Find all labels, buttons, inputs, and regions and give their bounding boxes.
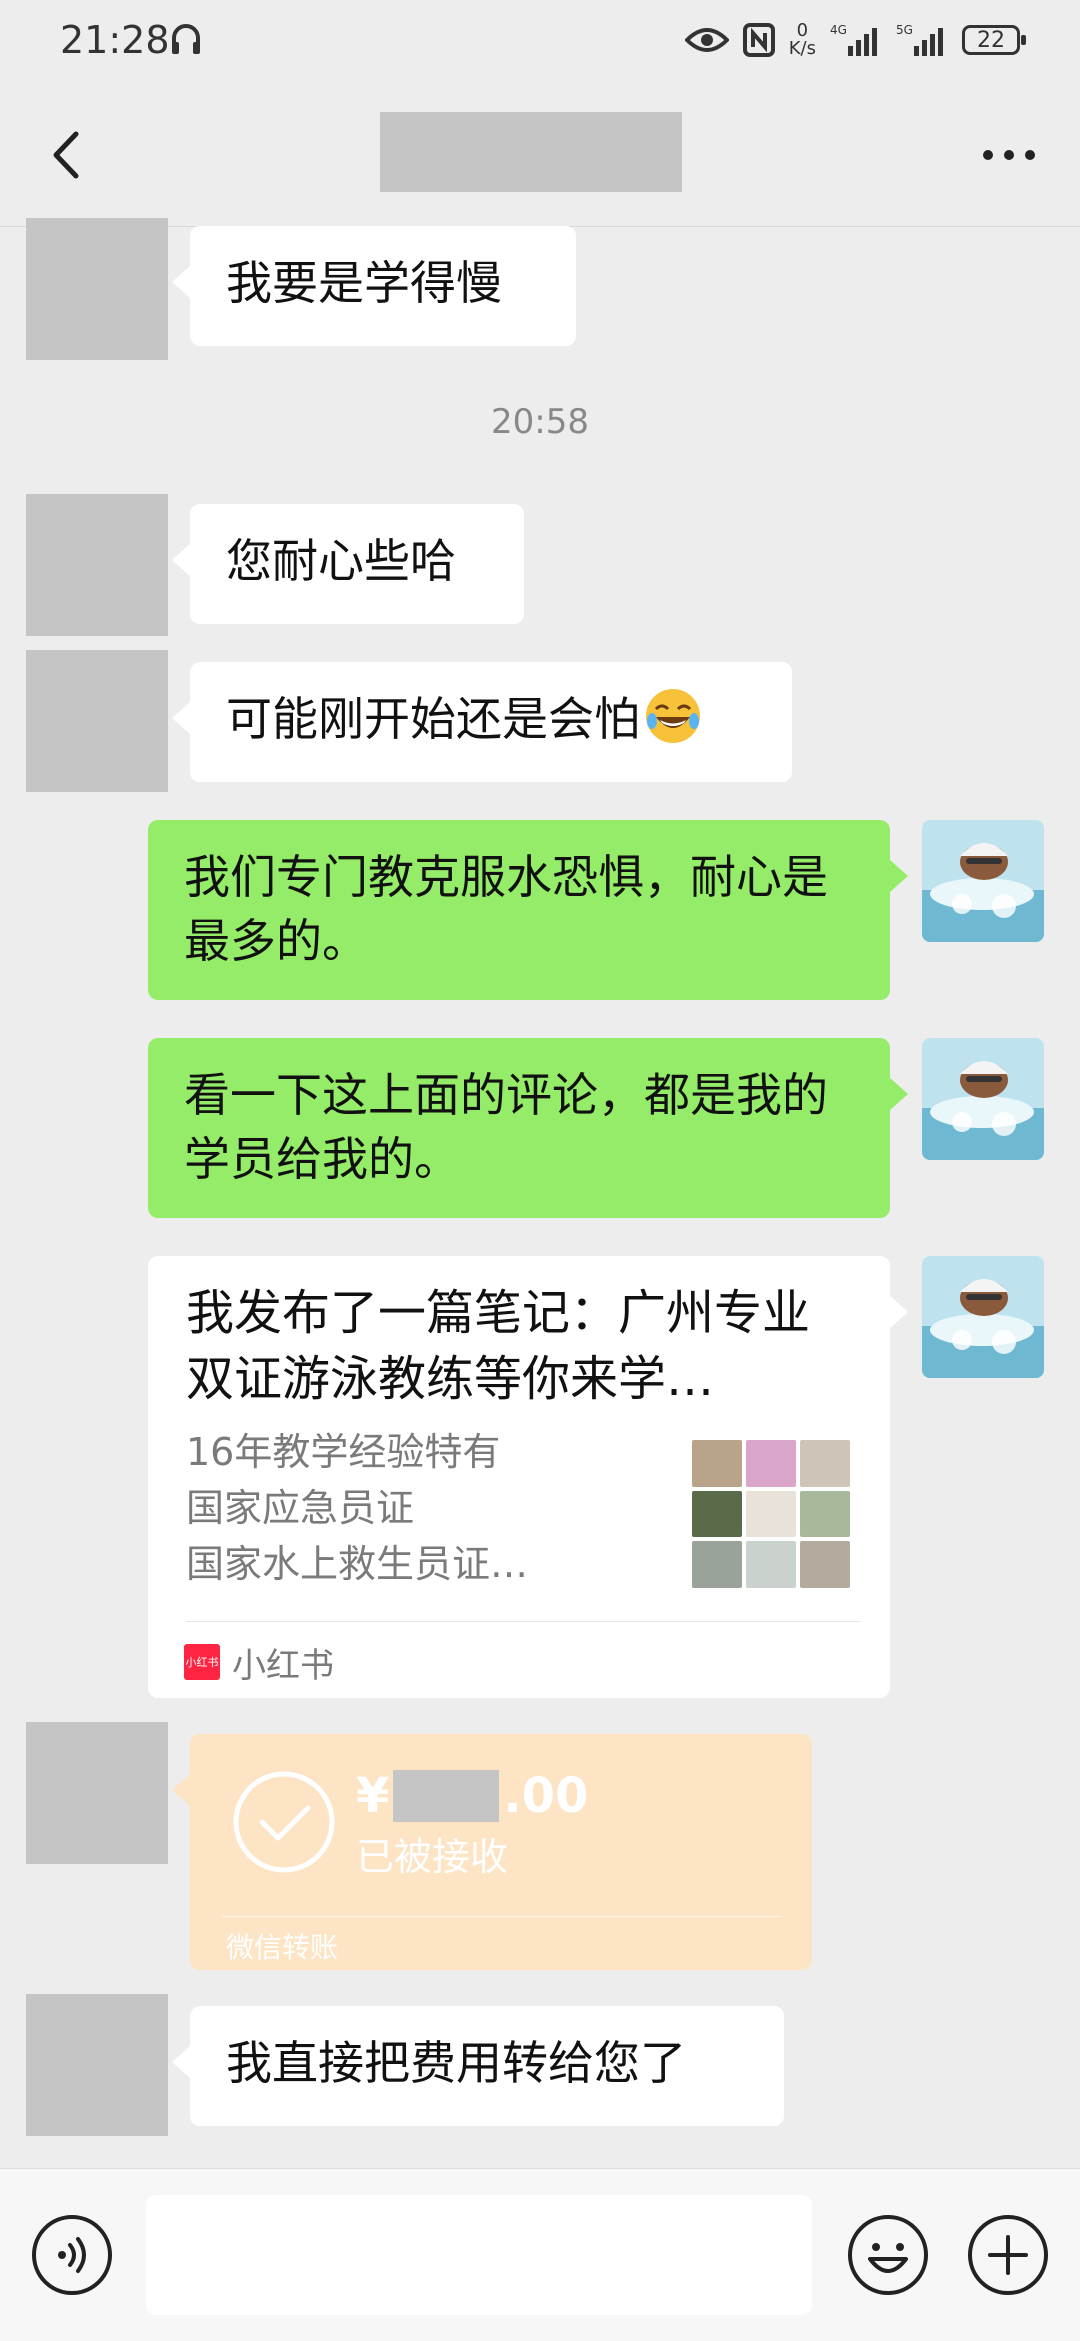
transfer-status: 已被接收 (356, 1835, 509, 1879)
chat-header (0, 84, 1080, 227)
nfc-icon (742, 23, 775, 57)
swimmer-avatar-image (922, 1256, 1044, 1378)
avatar[interactable] (26, 1994, 168, 2136)
message-bubble[interactable]: 可能刚开始还是会怕 (172, 662, 792, 782)
link-card-description: 16年教学经验特有 国家应急员证 国家水上救生员证… (186, 1430, 529, 1586)
transfer-amount: ¥ .00 (356, 1768, 589, 1824)
avatar[interactable] (26, 218, 168, 360)
eye-icon (684, 28, 729, 52)
amount-redacted (393, 1770, 500, 1822)
avatar[interactable] (26, 494, 168, 636)
signal-5g-icon: 5G (896, 23, 943, 56)
transfer-footer: 微信转账 (226, 1931, 339, 1964)
svg-text:5G: 5G (896, 23, 913, 37)
xiaohongshu-icon: 小红书 (184, 1644, 220, 1680)
net-speed: 0 K/s (788, 20, 816, 59)
swimmer-avatar-image (922, 820, 1044, 942)
link-card-title: 我发布了一篇笔记：广州专业双证游泳教练等你来学… (186, 1285, 811, 1407)
status-time: 21:28 (60, 18, 170, 62)
message-bubble[interactable]: 看一下这上面的评论，都是我的学员给我的。 (148, 1038, 908, 1218)
link-card-source: 小红书 (232, 1646, 334, 1686)
timestamp: 20:58 (491, 402, 589, 442)
avatar[interactable] (922, 1256, 1044, 1378)
divider (222, 1916, 780, 1917)
svg-text:4G: 4G (830, 23, 847, 37)
checkmark-circle-icon (233, 1771, 335, 1873)
link-card-thumbnail (692, 1440, 850, 1588)
status-bar: 21:28 0 K/s 4G 5G 22 (0, 0, 1080, 84)
transfer-card[interactable]: ¥ .00 已被接收 微信转账 (172, 1734, 812, 1970)
input-bar (0, 2168, 1080, 2341)
message-bubble[interactable]: 我们专门教克服水恐惧，耐心是最多的。 (148, 820, 908, 1000)
signal-4g-icon: 4G (830, 23, 877, 56)
link-card[interactable]: 我发布了一篇笔记：广州专业双证游泳教练等你来学… 16年教学经验特有 国家应急员… (148, 1256, 908, 1698)
divider (186, 1621, 860, 1622)
headset-icon (172, 24, 200, 54)
avatar[interactable] (922, 820, 1044, 942)
emoji-icon[interactable] (846, 2213, 930, 2297)
swimmer-avatar-image (922, 1038, 1044, 1160)
avatar[interactable] (26, 650, 168, 792)
avatar[interactable] (922, 1038, 1044, 1160)
message-bubble[interactable]: 您耐心些哈 (172, 504, 524, 624)
chat-title-redacted (380, 112, 682, 192)
battery-indicator: 22 (962, 25, 1026, 55)
message-bubble[interactable]: 我要是学得慢 (172, 226, 576, 346)
laughing-tears-emoji-icon (646, 689, 700, 743)
chevron-left-icon[interactable] (36, 120, 106, 190)
avatar[interactable] (26, 1722, 168, 1864)
more-dots-icon[interactable] (974, 120, 1044, 190)
message-input[interactable] (146, 2195, 812, 2315)
message-bubble[interactable]: 我直接把费用转给您了 (172, 2006, 784, 2126)
plus-icon[interactable] (966, 2213, 1050, 2297)
voice-icon[interactable] (30, 2213, 114, 2297)
